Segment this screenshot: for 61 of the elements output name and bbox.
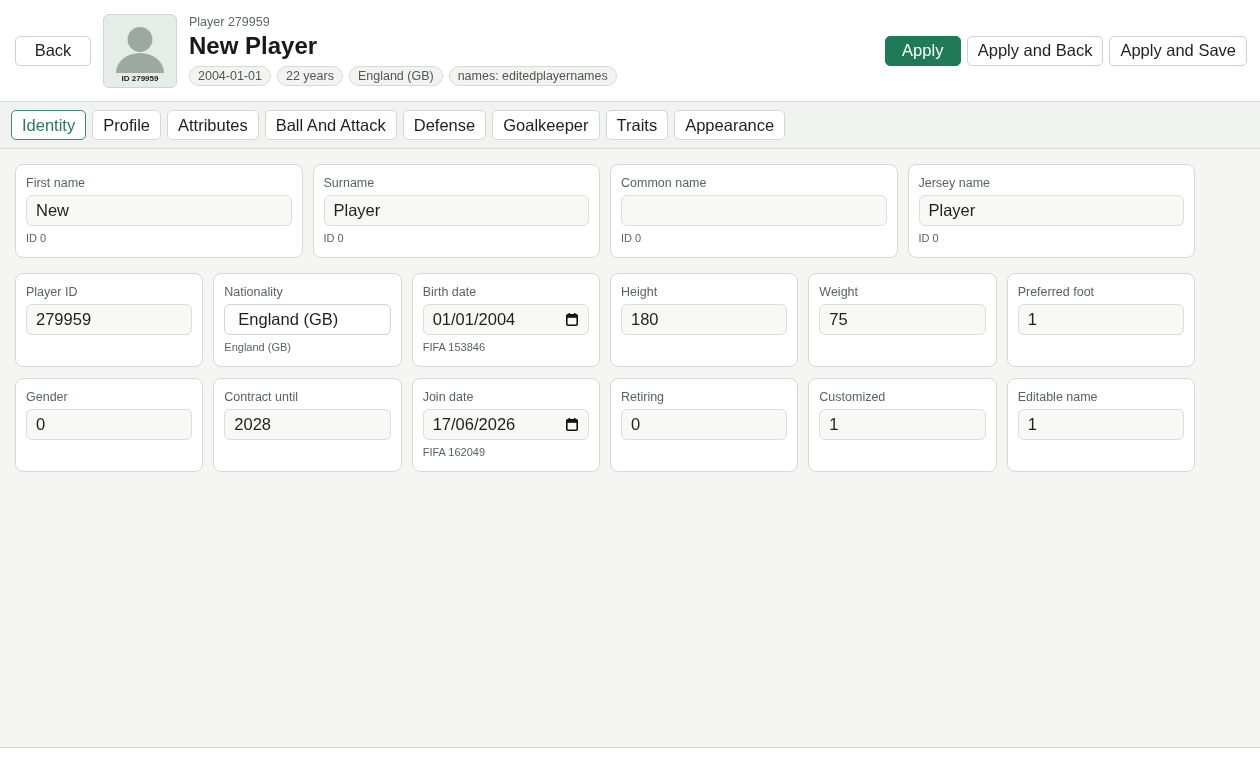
field-hint: ID 0 bbox=[26, 232, 47, 245]
field-label: Retiring bbox=[621, 389, 665, 405]
text-field[interactable]: 75 bbox=[819, 304, 986, 335]
field-label: Common name bbox=[621, 175, 707, 191]
tab[interactable]: Traits bbox=[605, 110, 669, 140]
text-field[interactable]: 1 bbox=[819, 409, 986, 440]
avatar-caption: ID 279959 bbox=[121, 73, 159, 84]
field-label: First name bbox=[26, 175, 86, 191]
text-field[interactable]: 0 bbox=[621, 409, 788, 440]
text-field[interactable]: 0 bbox=[26, 409, 193, 440]
text-field[interactable]: Player bbox=[323, 195, 589, 226]
tab[interactable]: Defense bbox=[402, 110, 487, 140]
tab[interactable]: Attributes bbox=[167, 110, 259, 140]
person-silhouette-icon bbox=[116, 26, 164, 73]
field-hint: ID 0 bbox=[621, 232, 642, 245]
info-chip: names: editedplayernames bbox=[448, 66, 617, 86]
tab[interactable]: Ball And Attack bbox=[264, 110, 397, 140]
tab[interactable]: Appearance bbox=[674, 110, 786, 140]
field-label: Birth date bbox=[422, 284, 477, 300]
field-label: Customized bbox=[819, 389, 886, 405]
field-label: Contract until bbox=[224, 389, 298, 405]
action-button[interactable]: Apply and Back bbox=[966, 35, 1104, 66]
field-label: Gender bbox=[26, 389, 68, 405]
field-hint: England (GB) bbox=[224, 341, 291, 354]
text-field[interactable] bbox=[621, 195, 887, 226]
player-subtitle: Player 279959 bbox=[189, 15, 270, 30]
field-hint: FIFA 153846 bbox=[422, 341, 486, 354]
info-chip: England (GB) bbox=[348, 66, 443, 86]
field-label: Preferred foot bbox=[1017, 284, 1095, 300]
apply-button[interactable]: Apply bbox=[884, 35, 961, 66]
field-label: Weight bbox=[819, 284, 858, 300]
back-button[interactable]: Back bbox=[15, 35, 91, 66]
field-hint: ID 0 bbox=[323, 232, 344, 245]
text-field[interactable]: Player bbox=[918, 195, 1184, 226]
field-label: Editable name bbox=[1017, 389, 1098, 405]
tab[interactable]: Identity bbox=[11, 110, 87, 140]
field-label: Nationality bbox=[224, 284, 283, 300]
tab[interactable]: Profile bbox=[92, 110, 161, 140]
text-field[interactable]: 1 bbox=[1017, 304, 1184, 335]
action-button[interactable]: Apply and Save bbox=[1109, 35, 1247, 66]
select-field[interactable]: England (GB) bbox=[224, 304, 391, 335]
calendar-icon[interactable] bbox=[566, 313, 578, 326]
tab[interactable]: Goalkeeper bbox=[492, 110, 600, 140]
text-field[interactable]: 180 bbox=[621, 304, 788, 335]
field-hint: ID 0 bbox=[918, 232, 939, 245]
text-field[interactable]: 2028 bbox=[224, 409, 391, 440]
calendar-icon[interactable] bbox=[566, 418, 578, 431]
player-title: New Player bbox=[189, 32, 318, 60]
info-chip: 22 years bbox=[276, 66, 343, 86]
text-field[interactable]: New bbox=[26, 195, 292, 226]
text-field[interactable]: 1 bbox=[1017, 409, 1184, 440]
field-label: Join date bbox=[422, 389, 474, 405]
text-field[interactable]: 279959 bbox=[26, 304, 193, 335]
date-field[interactable]: 01/01/2004 bbox=[422, 304, 589, 335]
info-chip: 2004-01-01 bbox=[189, 66, 271, 86]
field-label: Player ID bbox=[26, 284, 78, 300]
field-label: Surname bbox=[323, 175, 375, 191]
field-hint: FIFA 162049 bbox=[422, 446, 486, 459]
field-label: Height bbox=[621, 284, 658, 300]
date-field[interactable]: 17/06/2026 bbox=[422, 409, 589, 440]
field-label: Jersey name bbox=[918, 175, 991, 191]
